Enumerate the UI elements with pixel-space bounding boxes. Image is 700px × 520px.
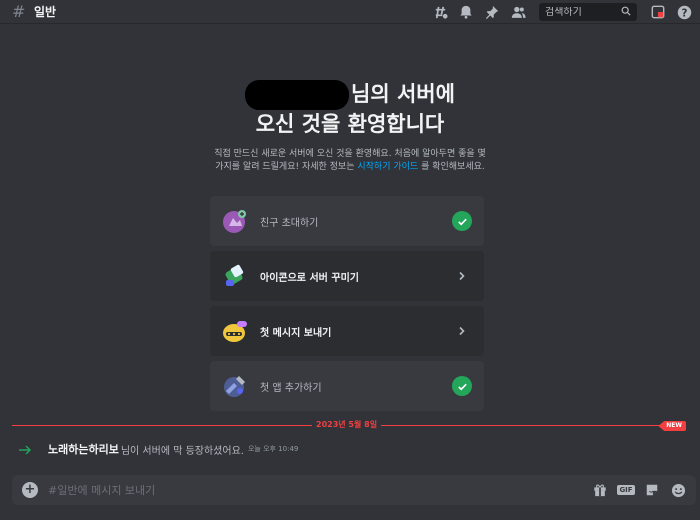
app-tools-icon bbox=[222, 373, 248, 399]
threads-icon[interactable] bbox=[432, 4, 448, 20]
channel-name: 일반 bbox=[34, 5, 57, 19]
join-timestamp: 오늘 오후 10:49 bbox=[247, 445, 299, 453]
plus-icon[interactable]: + bbox=[22, 482, 38, 498]
sticker-icon[interactable] bbox=[644, 482, 660, 498]
hash-icon: # bbox=[12, 1, 26, 21]
search-input[interactable] bbox=[545, 6, 615, 18]
message-input[interactable] bbox=[48, 483, 587, 497]
inbox-icon[interactable] bbox=[650, 4, 666, 20]
join-text: 님이 서버에 막 등장하셨어요. bbox=[120, 445, 244, 457]
new-badge: NEW bbox=[658, 421, 686, 431]
checklist-label: 아이콘으로 서버 꾸미기 bbox=[260, 272, 359, 284]
invite-friends-icon bbox=[222, 208, 248, 234]
checklist-add-app[interactable]: 첫 앱 추가하기 bbox=[210, 361, 484, 411]
svg-text:?: ? bbox=[681, 7, 687, 19]
check-icon bbox=[452, 376, 472, 396]
getting-started-link[interactable]: 시작하기 가이드 bbox=[357, 162, 418, 172]
divider-date: 2023년 5월 8일 bbox=[312, 419, 382, 430]
redacted-server-owner bbox=[245, 80, 350, 110]
check-icon bbox=[452, 211, 472, 231]
search-box[interactable] bbox=[539, 3, 637, 21]
header-toolbar: ? bbox=[427, 0, 700, 24]
message-composer: + GIF bbox=[12, 475, 696, 505]
welcome-title-line1: 님의 서버에 bbox=[0, 80, 700, 110]
search-icon bbox=[621, 6, 631, 19]
members-icon[interactable] bbox=[510, 4, 526, 20]
paintbrush-icon bbox=[222, 263, 248, 289]
welcome-description: 직접 만드신 새로운 서버에 오신 것을 환영해요. 처음에 알아두면 좋을 몇… bbox=[214, 149, 486, 172]
chevron-right-icon bbox=[452, 266, 472, 286]
bell-icon[interactable] bbox=[458, 4, 474, 20]
welcome-title-line2: 오신 것을 환영합니다 bbox=[255, 112, 445, 136]
emoji-icon[interactable] bbox=[670, 482, 686, 498]
onboarding-checklist: 친구 초대하기 아이콘으로 서버 꾸미기 첫 메시지 보내기 첫 앱 추가하기 bbox=[210, 196, 484, 416]
chevron-right-icon bbox=[452, 321, 472, 341]
help-icon[interactable]: ? bbox=[676, 4, 692, 20]
system-join-message: 노래하는하리보 님이 서버에 막 등장하셨어요. 오늘 오후 10:49 bbox=[0, 438, 700, 460]
pin-icon[interactable] bbox=[484, 4, 500, 20]
channel-header: # 일반 ? bbox=[0, 0, 700, 24]
checklist-customize-icon[interactable]: 아이콘으로 서버 꾸미기 bbox=[210, 251, 484, 301]
checklist-label: 친구 초대하기 bbox=[260, 217, 319, 229]
checklist-first-message[interactable]: 첫 메시지 보내기 bbox=[210, 306, 484, 356]
checklist-label: 첫 앱 추가하기 bbox=[260, 382, 322, 394]
message-bubble-icon bbox=[222, 318, 248, 344]
gift-icon[interactable] bbox=[592, 482, 608, 498]
welcome-section: 님의 서버에 오신 것을 환영합니다 직접 만드신 새로운 서버에 오신 것을 … bbox=[0, 80, 700, 174]
checklist-invite-friends[interactable]: 친구 초대하기 bbox=[210, 196, 484, 246]
gif-icon[interactable]: GIF bbox=[617, 482, 635, 498]
join-username[interactable]: 노래하는하리보 bbox=[48, 441, 119, 457]
arrow-right-icon bbox=[18, 442, 32, 456]
checklist-label: 첫 메시지 보내기 bbox=[260, 327, 332, 339]
